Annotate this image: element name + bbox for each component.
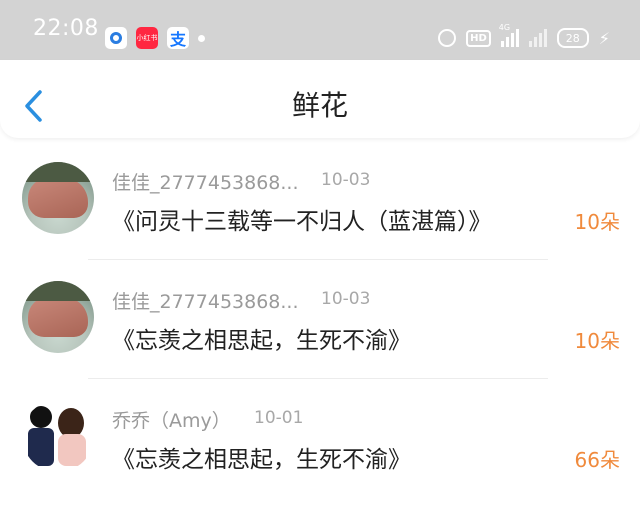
alipay-icon: 支 (167, 27, 189, 49)
status-time: 22:08 (33, 16, 99, 41)
flower-count: 66朵 (574, 448, 620, 472)
alipay-icon-label: 支 (169, 30, 186, 49)
avatar[interactable] (22, 281, 94, 353)
flower-count: 10朵 (574, 210, 620, 234)
avatar[interactable] (22, 400, 94, 472)
qq-browser-icon (105, 27, 127, 49)
charging-icon: ⚡ (598, 28, 610, 48)
notification-dot-icon (198, 35, 205, 42)
book-title[interactable]: 《忘羡之相思起，生死不渝》 (112, 321, 411, 355)
book-title[interactable]: 《忘羡之相思起，生死不渝》 (112, 440, 411, 474)
list-item[interactable]: 乔乔（Amy） 10-01 《忘羡之相思起，生死不渝》 66朵 (0, 378, 640, 497)
user-name: 佳佳_2777453868... (112, 291, 299, 313)
signal-4g-icon: 4G (499, 23, 519, 47)
system-icons: HD 4G 28 ⚡ (438, 23, 610, 50)
flower-count: 10朵 (574, 329, 620, 353)
battery-icon: 28 (556, 28, 589, 48)
avatar[interactable] (22, 162, 94, 234)
alarm-icon (438, 29, 457, 47)
status-bar: 22:08 小红书 支 HD 4G 28 ⚡ (0, 0, 640, 60)
user-name: 乔乔（Amy） (112, 410, 231, 432)
signal-secondary-icon (528, 29, 547, 47)
list-item[interactable]: 佳佳_2777453868... 10-03 《忘羡之相思起，生死不渝》 10朵 (0, 259, 640, 378)
page-title: 鲜花 (291, 89, 348, 122)
book-title[interactable]: 《问灵十三载等一不归人（蓝湛篇）》 (112, 202, 492, 236)
network-label: 4G (498, 23, 511, 32)
hd-icon: HD (466, 29, 491, 47)
flower-record-list: 佳佳_2777453868... 10-03 《问灵十三载等一不归人（蓝湛篇）》… (0, 140, 640, 497)
list-item[interactable]: 佳佳_2777453868... 10-03 《问灵十三载等一不归人（蓝湛篇）》… (0, 140, 640, 259)
record-date: 10-03 (321, 170, 371, 190)
record-date: 10-01 (254, 408, 304, 428)
record-date: 10-03 (321, 289, 371, 309)
nav-header: 鲜花 (0, 60, 640, 138)
xiaohongshu-icon-label: 小红书 (136, 34, 158, 42)
xiaohongshu-icon: 小红书 (136, 27, 158, 49)
user-name: 佳佳_2777453868... (112, 172, 299, 194)
